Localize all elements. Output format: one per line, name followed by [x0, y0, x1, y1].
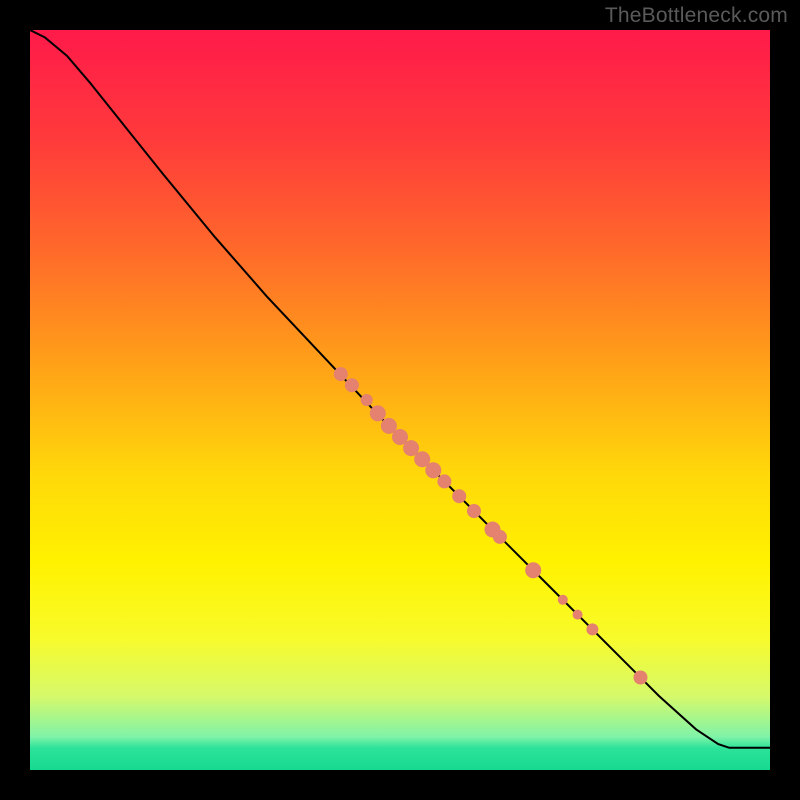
data-point: [425, 462, 441, 478]
chart-background: [30, 30, 770, 770]
data-point: [586, 623, 598, 635]
data-point: [452, 489, 466, 503]
data-point: [370, 405, 386, 421]
data-point: [558, 595, 568, 605]
chart-plot-area: [30, 30, 770, 770]
data-point: [493, 530, 507, 544]
data-point: [361, 394, 373, 406]
data-point: [573, 610, 583, 620]
chart-svg: [30, 30, 770, 770]
data-point: [437, 474, 451, 488]
data-point: [334, 367, 348, 381]
data-point: [345, 378, 359, 392]
data-point: [634, 671, 648, 685]
watermark-text: TheBottleneck.com: [605, 4, 788, 28]
data-point: [525, 562, 541, 578]
data-point: [467, 504, 481, 518]
